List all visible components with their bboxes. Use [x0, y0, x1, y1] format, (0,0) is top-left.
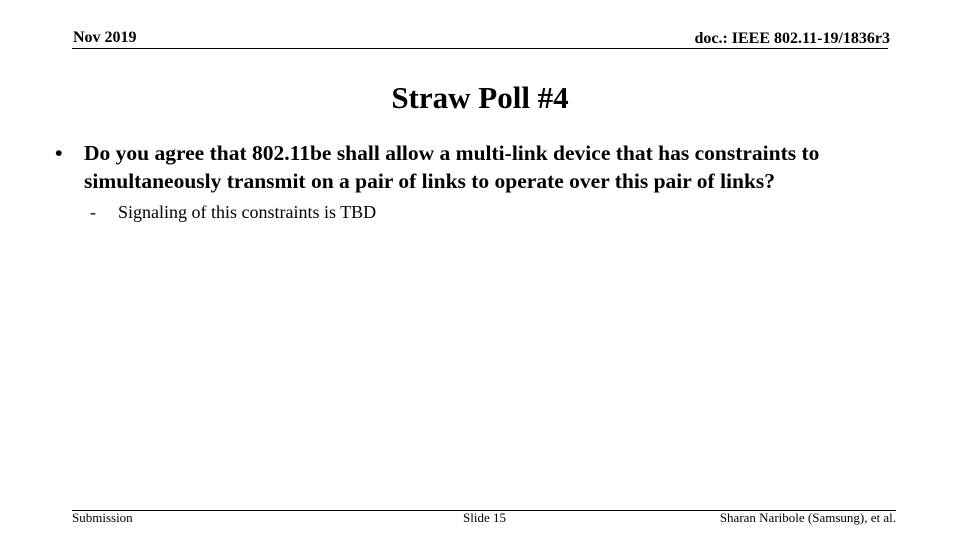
- header-divider: [72, 48, 888, 49]
- slide-title: Straw Poll #4: [391, 80, 569, 115]
- sub-bullet-item: - Signaling of this constraints is TBD: [90, 202, 376, 223]
- bullet-item: • Do you agree that 802.11be shall allow…: [55, 139, 925, 195]
- header-date: Nov 2019: [73, 29, 137, 46]
- sub-bullet-text: Signaling of this constraints is TBD: [118, 202, 377, 222]
- footer-submission: Submission: [72, 510, 133, 525]
- footer-author: Sharan Naribole (Samsung), et al.: [719, 510, 896, 525]
- bullet-text: Do you agree that 802.11be shall allow a…: [84, 141, 820, 193]
- footer-slide-number: Slide 15: [463, 510, 506, 525]
- sub-bullet-marker: -: [90, 202, 96, 222]
- bullet-marker: •: [55, 141, 63, 165]
- header-doc-id: doc.: IEEE 802.11-19/1836r3: [694, 30, 890, 47]
